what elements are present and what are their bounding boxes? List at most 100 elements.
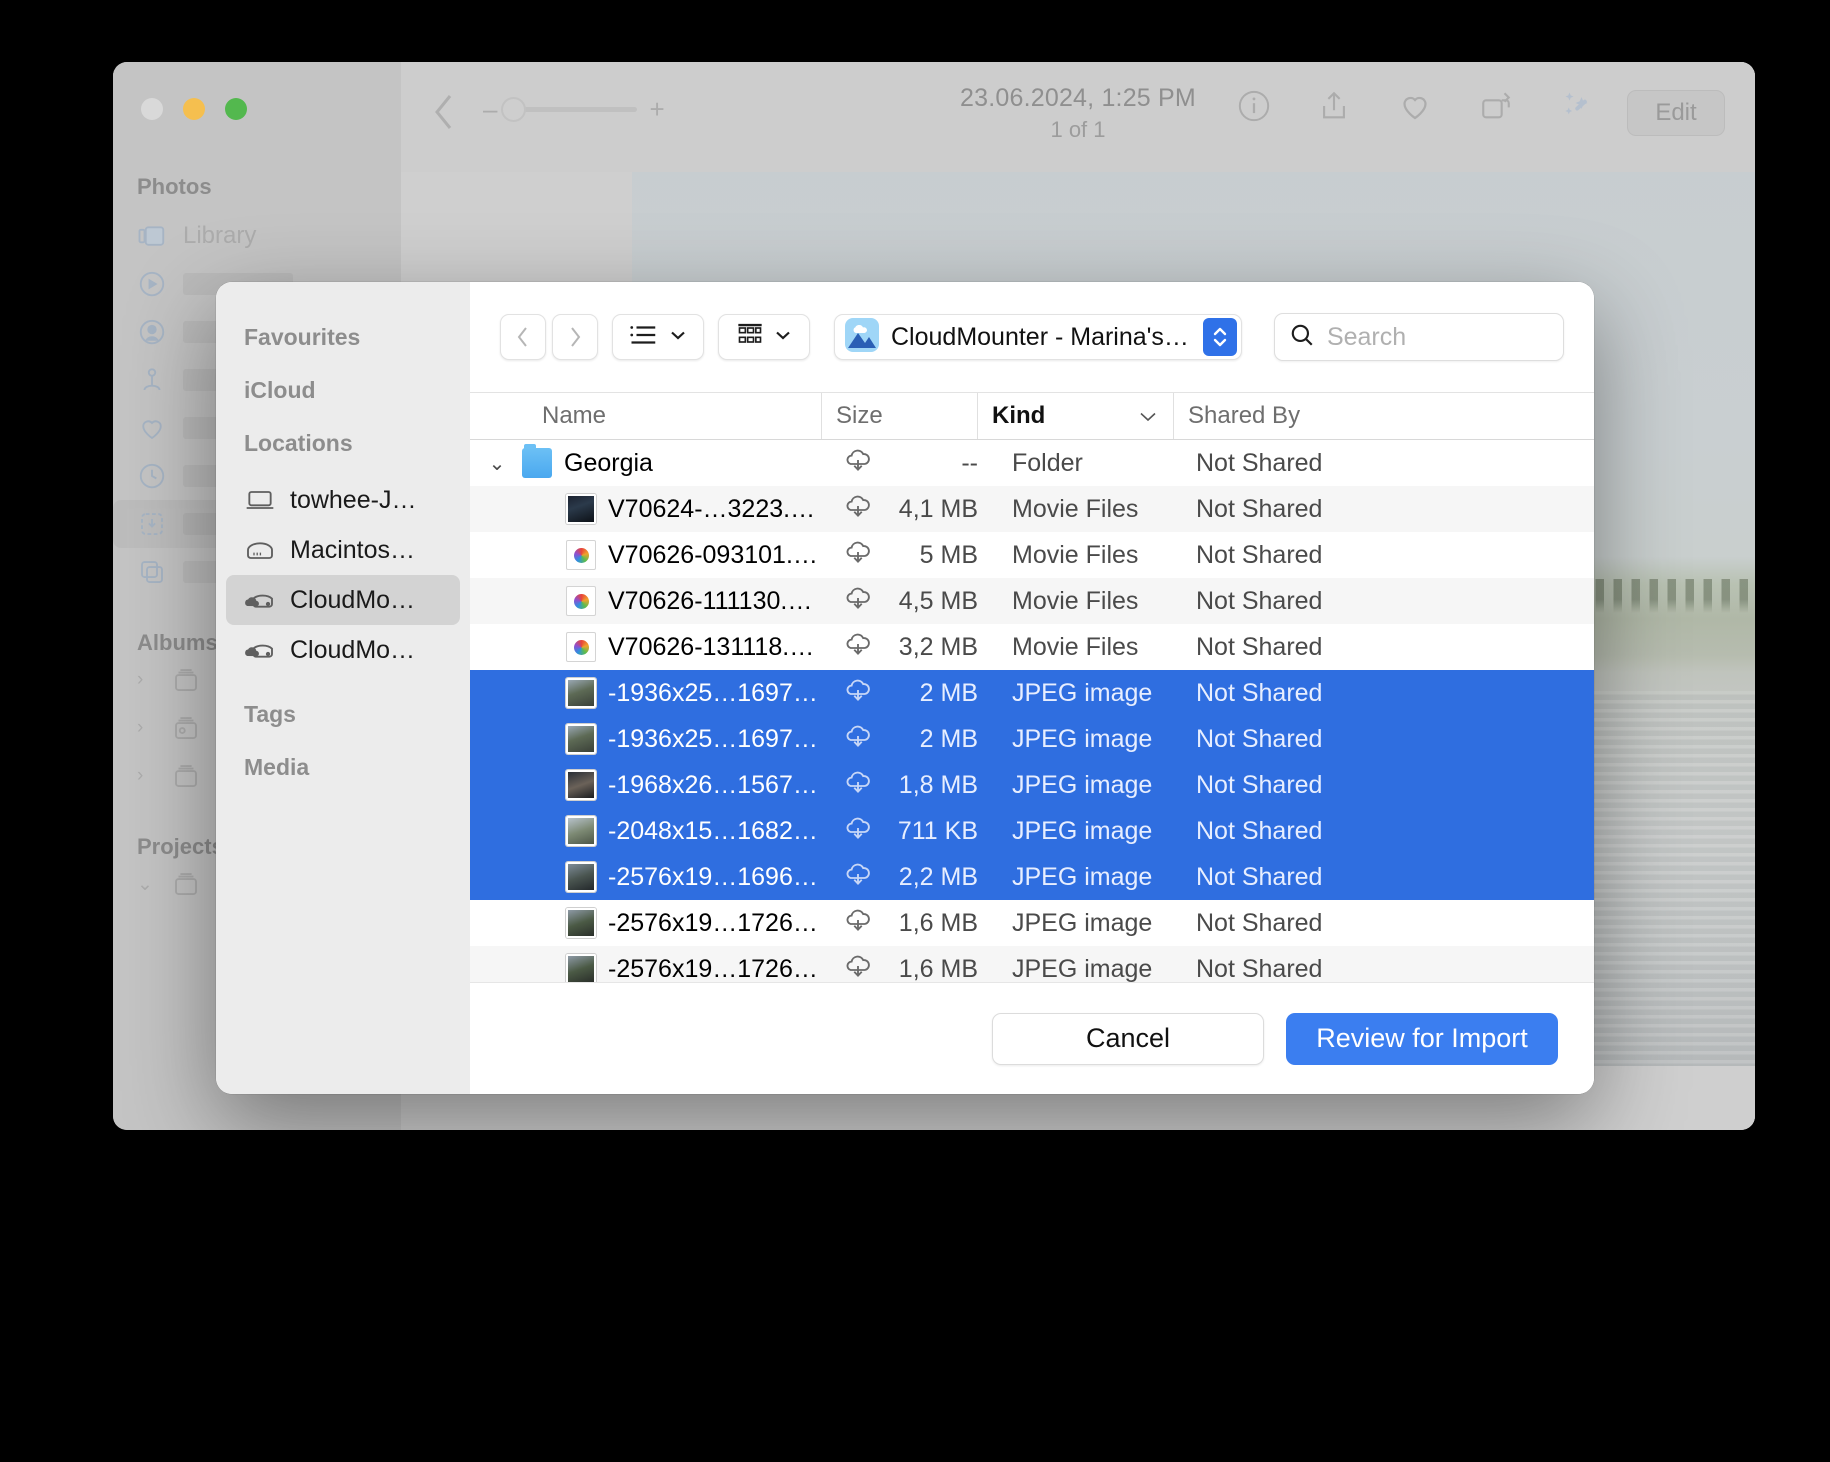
cloud-download-icon[interactable]: [822, 950, 894, 983]
cell-name[interactable]: ⌄V70626-111130.mp4: [470, 586, 822, 616]
cloud-download-icon[interactable]: [822, 582, 894, 621]
cell-name[interactable]: ⌄-2576x19…17263.jpg: [470, 954, 822, 982]
chevron-right-icon[interactable]: ›: [137, 765, 155, 787]
column-header-kind[interactable]: Kind: [978, 393, 1174, 439]
table-row[interactable]: ⌄V70626-131118.mp4 3,2 MB Movie Files Not S…: [470, 624, 1594, 670]
movie-file-icon: [566, 586, 596, 616]
cell-name[interactable]: ⌄V70626-093101.mp4: [470, 540, 822, 570]
duplicates-icon: [137, 557, 167, 587]
cell-name[interactable]: ⌄ Georgia: [470, 444, 822, 478]
cell-shared-by: Not Shared: [1196, 632, 1323, 661]
info-icon[interactable]: [1237, 89, 1271, 123]
icon-view-button[interactable]: [718, 314, 810, 360]
cloud-download-icon[interactable]: [822, 812, 894, 851]
table-row[interactable]: ⌄ Georgia -- Folder Not Shared: [470, 440, 1594, 486]
edit-button[interactable]: Edit: [1627, 90, 1725, 136]
cell-shared-by: Not Shared: [1196, 908, 1323, 937]
cell-name[interactable]: ⌄V70624-…3223.mp4: [470, 494, 822, 524]
sidebar-item-label: CloudMo…: [290, 585, 416, 614]
cloud-download-icon[interactable]: [822, 766, 894, 805]
album-icon: [171, 665, 201, 695]
close-button[interactable]: [141, 98, 163, 120]
sidebar-item-macintosh-hd[interactable]: Macintos…: [226, 525, 460, 575]
cell-name[interactable]: ⌄-2576x19…17262.jpg: [470, 908, 822, 938]
disclosure-triangle-icon[interactable]: ⌄: [484, 451, 510, 476]
cell-shared-by: Not Shared: [1196, 770, 1323, 799]
image-thumbnail-icon: [566, 770, 596, 800]
places-icon: [137, 365, 167, 395]
search-field[interactable]: [1273, 313, 1564, 361]
enhance-icon[interactable]: [1559, 88, 1595, 124]
table-row[interactable]: ⌄-2576x19…17263.jpg 1,6 MB JPEG image Not S…: [470, 946, 1594, 982]
cloud-download-icon[interactable]: [822, 490, 894, 529]
table-row[interactable]: ⌄-1936x25…16972.jpg 2 MB JPEG image Not Sha…: [470, 670, 1594, 716]
rotate-icon[interactable]: [1479, 89, 1513, 123]
zoom-out-label[interactable]: –: [483, 96, 497, 122]
table-row[interactable]: ⌄-1936x25…16974.jpg 2 MB JPEG image Not Sha…: [470, 716, 1594, 762]
path-label: CloudMounter - Marina's…: [891, 322, 1189, 351]
table-row[interactable]: ⌄V70626-111130.mp4 4,5 MB Movie Files Not S…: [470, 578, 1594, 624]
table-row[interactable]: ⌄V70624-…3223.mp4 4,1 MB Movie Files Not Sh…: [470, 486, 1594, 532]
cell-kind: Folder: [1012, 448, 1083, 477]
chevron-down-icon[interactable]: ⌄: [137, 873, 155, 896]
zoom-slider-track[interactable]: [501, 96, 638, 122]
image-thumbnail-icon: [566, 494, 596, 524]
cloud-download-icon[interactable]: [822, 858, 894, 897]
laptop-icon: [244, 484, 276, 516]
album-icon: [171, 761, 201, 791]
column-header-shared-by[interactable]: Shared By: [1174, 393, 1594, 439]
review-for-import-button[interactable]: Review for Import: [1286, 1012, 1558, 1065]
cell-kind: Movie Files: [1012, 540, 1139, 569]
cloud-download-icon[interactable]: [822, 720, 894, 759]
sidebar-item-cloudmounter-2[interactable]: CloudMo…: [226, 625, 460, 675]
minimize-button[interactable]: [183, 98, 205, 120]
zoom-button[interactable]: [225, 98, 247, 120]
stepper-up-down-icon[interactable]: [1202, 318, 1237, 356]
cell-name[interactable]: ⌄-1936x25…16974.jpg: [470, 724, 822, 754]
cancel-button[interactable]: Cancel: [992, 1012, 1264, 1065]
cell-kind: Movie Files: [1012, 494, 1139, 523]
cell-size: 1,8 MB: [898, 770, 978, 799]
heart-icon[interactable]: [1397, 88, 1433, 124]
cell-shared-by: Not Shared: [1196, 494, 1323, 523]
cloud-download-icon[interactable]: [822, 536, 894, 575]
cloud-download-icon[interactable]: [822, 444, 894, 483]
path-popup-button[interactable]: CloudMounter - Marina's…: [834, 314, 1242, 360]
photos-zoom-slider[interactable]: – +: [483, 96, 665, 122]
column-header-size[interactable]: Size: [822, 393, 978, 439]
table-body[interactable]: ⌄Georgia--FolderNot Shared⌄V70624-…3223.…: [470, 440, 1594, 982]
file-name-label: V70626-131118.mp4: [608, 632, 822, 661]
zoom-slider-knob[interactable]: [501, 96, 527, 122]
cloud-download-icon[interactable]: [822, 628, 894, 667]
cloud-download-icon[interactable]: [822, 904, 894, 943]
chevron-right-icon[interactable]: ›: [137, 669, 155, 691]
file-name-label: -1936x25…16974.jpg: [608, 724, 822, 753]
sidebar-item-cloudmounter-1[interactable]: CloudMo…: [226, 575, 460, 625]
zoom-in-label[interactable]: +: [649, 96, 664, 122]
table-row[interactable]: ⌄-2048x15…16827.jpg 711 KB JPEG image Not S…: [470, 808, 1594, 854]
back-button[interactable]: [500, 314, 546, 360]
sidebar-item-library[interactable]: Library: [113, 212, 401, 260]
photos-toolbar: – + 23.06.2024, 1:25 PM 1 of 1 Edit: [401, 62, 1755, 172]
file-name-label: V70626-111130.mp4: [608, 586, 822, 615]
table-row[interactable]: ⌄-1968x26…15672.jpg 1,8 MB JPEG image Not S…: [470, 762, 1594, 808]
table-row[interactable]: ⌄-2576x19…16966.jpg 2,2 MB JPEG image Not S…: [470, 854, 1594, 900]
cell-name[interactable]: ⌄-1968x26…15672.jpg: [470, 770, 822, 800]
cell-shared-by: Not Shared: [1196, 816, 1323, 845]
photos-back-button[interactable]: [431, 92, 457, 137]
cloud-download-icon[interactable]: [822, 674, 894, 713]
cell-name[interactable]: ⌄-2048x15…16827.jpg: [470, 816, 822, 846]
sidebar-item-towhee[interactable]: towhee-J…: [226, 475, 460, 525]
table-row[interactable]: ⌄-2576x19…17262.jpg 1,6 MB JPEG image Not S…: [470, 900, 1594, 946]
forward-button[interactable]: [552, 314, 598, 360]
cell-name[interactable]: ⌄-2576x19…16966.jpg: [470, 862, 822, 892]
cell-name[interactable]: ⌄V70626-131118.mp4: [470, 632, 822, 662]
share-icon[interactable]: [1317, 89, 1351, 123]
list-view-button[interactable]: [612, 314, 704, 360]
column-header-name[interactable]: Name: [470, 393, 822, 439]
cell-name[interactable]: ⌄-1936x25…16972.jpg: [470, 678, 822, 708]
cell-shared-by: Not Shared: [1196, 724, 1323, 753]
chevron-right-icon[interactable]: ›: [137, 717, 155, 739]
table-row[interactable]: ⌄V70626-093101.mp4 5 MB Movie Files Not Sha…: [470, 532, 1594, 578]
search-input[interactable]: [1326, 322, 1549, 352]
